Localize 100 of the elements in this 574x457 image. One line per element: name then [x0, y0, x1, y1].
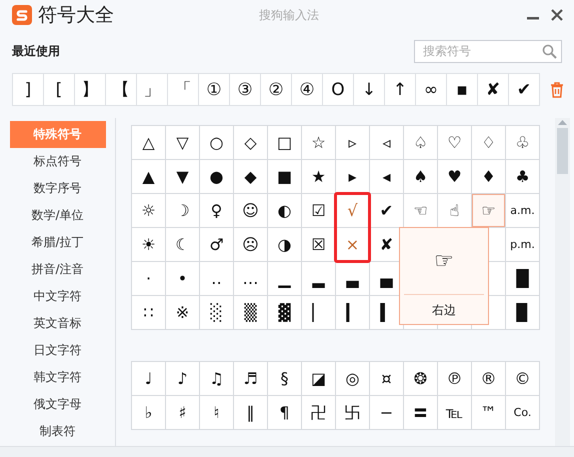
symbol-cell[interactable]: ◆	[244, 168, 257, 184]
symbol-cell[interactable]: ♯	[178, 404, 186, 420]
symbol-cell[interactable]: …	[242, 270, 258, 286]
recent-symbol[interactable]: ∞	[416, 74, 447, 106]
symbol-cell[interactable]: ◂	[382, 168, 391, 184]
recent-symbol[interactable]: ]	[13, 74, 44, 106]
category-item[interactable]: 数学/单位	[10, 202, 106, 229]
symbol-cell[interactable]: ♂	[209, 236, 224, 252]
symbol-cell[interactable]: ♬	[243, 370, 258, 386]
symbol-cell[interactable]: ·	[146, 270, 152, 286]
recent-symbol[interactable]: ✘	[478, 74, 509, 106]
symbol-cell[interactable]: Co.	[514, 407, 532, 418]
symbol-cell[interactable]: ▃	[346, 270, 359, 286]
symbol-cell[interactable]: □	[276, 134, 292, 150]
symbol-cell[interactable]: ☒	[311, 236, 326, 252]
symbol-cell[interactable]: ♠	[413, 168, 428, 184]
symbol-cell[interactable]: ♥	[447, 168, 462, 184]
category-item[interactable]: 韩文字符	[10, 364, 106, 391]
symbol-cell[interactable]: ♧	[515, 134, 530, 150]
recent-symbol[interactable]: [	[44, 74, 75, 106]
hovered-cell[interactable]: ☞	[472, 194, 506, 228]
symbol-cell[interactable]: ※	[176, 304, 190, 320]
symbol-cell[interactable]: ♦	[481, 168, 496, 184]
symbol-cell[interactable]: ®	[480, 370, 496, 386]
category-item[interactable]: 希腊/拉丁	[10, 229, 106, 256]
symbol-cell[interactable]: ☆	[311, 134, 326, 150]
recent-symbol[interactable]: ✔	[509, 74, 540, 106]
symbol-cell[interactable]: ♣	[515, 168, 530, 184]
symbol-cell[interactable]: ♮	[214, 404, 220, 420]
category-item[interactable]: 拼音/注音	[10, 256, 106, 283]
recent-symbol[interactable]: ②	[261, 74, 292, 106]
symbol-cell[interactable]: ☹	[242, 236, 259, 252]
symbol-cell[interactable]: △	[142, 134, 155, 150]
scroll-thumb[interactable]	[557, 128, 568, 174]
symbol-cell[interactable]: ◑	[278, 236, 292, 252]
symbol-cell[interactable]: ℗	[446, 370, 462, 386]
symbol-cell[interactable]: ▼	[176, 168, 189, 184]
symbol-cell[interactable]: ♀	[210, 202, 222, 218]
symbol-cell[interactable]: ▒	[244, 304, 257, 320]
symbol-cell[interactable]: ◪	[310, 370, 326, 386]
symbol-cell[interactable]: ●	[210, 168, 224, 184]
recent-symbol[interactable]: ↓	[354, 74, 385, 106]
symbol-cell[interactable]: 〓	[412, 404, 428, 420]
symbol-cell[interactable]: ◇	[244, 134, 257, 150]
symbol-cell[interactable]: ▍	[380, 304, 393, 320]
symbol-cell[interactable]: ☝	[450, 202, 460, 218]
symbol-cell[interactable]: ¤	[381, 370, 392, 386]
category-item[interactable]: 日文字符	[10, 337, 106, 364]
symbol-cell[interactable]: ◃	[382, 134, 391, 150]
symbol-cell[interactable]: ☽	[175, 202, 190, 218]
symbol-cell[interactable]: §	[280, 370, 288, 386]
trash-icon[interactable]	[548, 80, 566, 100]
category-item[interactable]: 俄文字母	[10, 391, 106, 418]
symbol-cell[interactable]: ▉	[516, 304, 529, 320]
symbol-cell[interactable]: •	[178, 270, 188, 286]
symbol-cell[interactable]: ♡	[447, 134, 462, 150]
symbol-cell[interactable]: ♢	[481, 134, 496, 150]
recent-symbol[interactable]: O	[323, 74, 354, 106]
category-item[interactable]: 数字序号	[10, 175, 106, 202]
symbol-cell[interactable]: ™	[480, 404, 496, 420]
category-item[interactable]: 英文音标	[10, 310, 106, 337]
symbol-cell[interactable]: ♪	[177, 370, 188, 386]
symbol-cell[interactable]: ▹	[348, 134, 357, 150]
symbol-cell[interactable]: ◐	[278, 202, 292, 218]
symbol-cell[interactable]: ¶	[279, 404, 290, 420]
symbol-cell[interactable]: ✘	[380, 236, 394, 252]
category-item[interactable]: 标点符号	[10, 148, 106, 175]
symbol-cell[interactable]: ▁	[278, 270, 291, 286]
recent-symbol[interactable]: ↑	[385, 74, 416, 106]
symbol-cell[interactable]: ©	[514, 370, 530, 386]
symbol-cell[interactable]: ★	[311, 168, 326, 184]
recent-symbol[interactable]: ①	[199, 74, 230, 106]
symbol-cell[interactable]: ☾	[175, 236, 190, 252]
symbol-cell[interactable]: ×	[346, 236, 360, 252]
recent-symbol[interactable]: ④	[292, 74, 323, 106]
symbol-cell[interactable]: ▲	[142, 168, 155, 184]
symbol-cell[interactable]: 卐	[344, 404, 360, 420]
symbol-cell[interactable]: ‖	[246, 404, 254, 420]
symbol-cell[interactable]: ♫	[209, 370, 224, 386]
category-item[interactable]: 制表符	[10, 418, 106, 445]
recent-symbol[interactable]: ③	[230, 74, 261, 106]
symbol-cell[interactable]: ☼	[141, 202, 156, 218]
symbol-cell[interactable]: ▂	[312, 270, 325, 286]
category-item[interactable]: 中文字符	[10, 283, 106, 310]
symbol-cell[interactable]: █	[516, 270, 529, 286]
symbol-cell[interactable]: ✔	[380, 202, 394, 218]
symbol-cell[interactable]: ■	[276, 168, 292, 184]
recent-symbol[interactable]: 】	[75, 74, 106, 106]
symbol-cell[interactable]: ☺	[242, 202, 259, 218]
symbol-cell[interactable]: ○	[210, 134, 224, 150]
symbol-cell[interactable]: ℡	[446, 404, 464, 420]
symbol-cell[interactable]: ◎	[346, 370, 360, 386]
recent-symbol[interactable]: 」	[137, 74, 168, 106]
symbol-cell[interactable]: ▓	[278, 304, 291, 320]
recent-symbol[interactable]: 「	[168, 74, 199, 106]
symbol-cell[interactable]: ░	[210, 304, 223, 320]
symbol-cell[interactable]: ☜	[413, 202, 428, 218]
symbol-cell[interactable]: ∷	[143, 304, 154, 320]
symbol-cell[interactable]: ▽	[176, 134, 189, 150]
recent-symbol[interactable]: 【	[106, 74, 137, 106]
